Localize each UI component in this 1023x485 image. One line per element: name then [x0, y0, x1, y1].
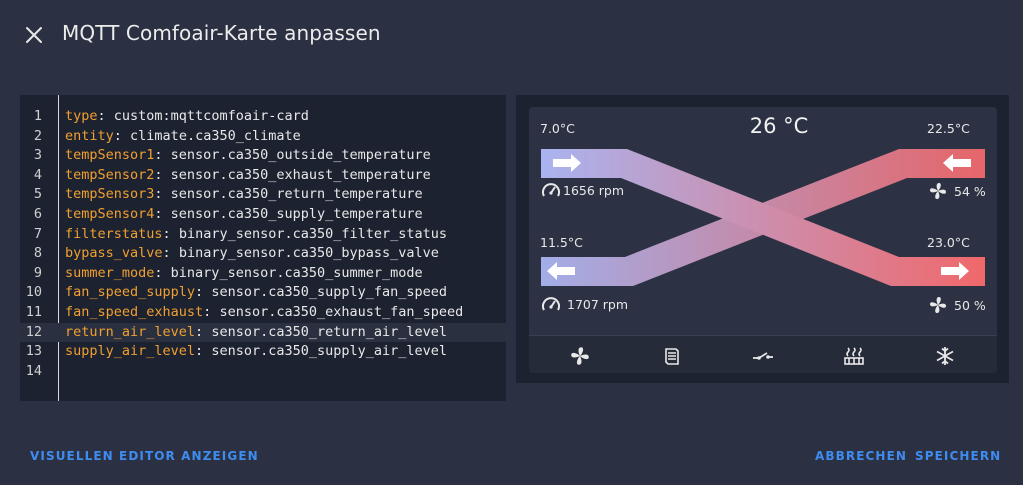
- yaml-key: fan_speed_supply: [65, 284, 196, 301]
- supply-fan-speed: 1656 rpm: [541, 181, 624, 199]
- line-number: 4: [33, 166, 42, 183]
- code-line[interactable]: 4 tempSensor2: sensor.ca350_exhaust_tempe…: [20, 166, 506, 186]
- cancel-button[interactable]: ABBRECHEN: [815, 449, 907, 463]
- code-line[interactable]: 7 filterstatus: binary_sensor.ca350_filte…: [20, 225, 506, 245]
- yaml-value: sensor.ca350_outside_temperature: [170, 147, 431, 164]
- card-footer-toolbar: [529, 335, 997, 373]
- code-line[interactable]: 6 tempSensor4: sensor.ca350_supply_temper…: [20, 205, 506, 225]
- yaml-key: entity: [65, 127, 114, 144]
- code-text: filterstatus: binary_sensor.ca350_filter…: [65, 225, 448, 242]
- code-line[interactable]: 1 type: custom:mqttcomfoair-card: [20, 107, 506, 127]
- yaml-key: summer_mode: [65, 264, 155, 281]
- code-line[interactable]: 14: [20, 362, 506, 382]
- code-text: bypass_valve: binary_sensor.ca350_bypass…: [65, 245, 439, 262]
- line-number: 2: [33, 127, 42, 144]
- code-text: tempSensor3: sensor.ca350_return_tempera…: [65, 186, 423, 203]
- code-line[interactable]: 9 summer_mode: binary_sensor.ca350_summer…: [20, 264, 506, 284]
- bypass-valve-icon[interactable]: [751, 345, 773, 367]
- code-line[interactable]: 11 fan_speed_exhaust: sensor.ca350_exhaus…: [20, 303, 506, 323]
- save-button[interactable]: SPEICHERN: [915, 449, 1001, 463]
- dialog-title: MQTT Comfoair-Karte anpassen: [62, 21, 381, 45]
- return-temperature: 22.5°C: [927, 121, 970, 136]
- heater-icon[interactable]: [843, 345, 865, 367]
- supply-temperature: 23.0°C: [927, 235, 970, 250]
- yaml-code-editor[interactable]: 1 type: custom:mqttcomfoair-card 2 entity: …: [20, 95, 506, 401]
- supply-fan-rpm: 1656 rpm: [563, 182, 625, 198]
- code-text: entity: climate.ca350_climate: [65, 127, 301, 144]
- yaml-key: bypass_valve: [65, 245, 163, 262]
- line-number: 3: [33, 147, 42, 164]
- exhaust-fan-rpm: 1707 rpm: [567, 296, 629, 312]
- code-text: tempSensor2: sensor.ca350_exhaust_temper…: [65, 166, 431, 183]
- code-line[interactable]: 8 bypass_valve: binary_sensor.ca350_bypas…: [20, 244, 506, 264]
- code-line[interactable]: 2 entity: climate.ca350_climate: [20, 127, 506, 147]
- fan-icon: [930, 297, 946, 313]
- line-number: 1: [33, 108, 42, 124]
- yaml-value: sensor.ca350_supply_temperature: [170, 206, 423, 222]
- supply-air-level: 54 %: [928, 181, 986, 201]
- comfoair-card: 7.0°C 26 °C 22.5°C 11.5°C 23.0°C 1656 rp…: [529, 107, 997, 373]
- line-number: 6: [33, 206, 42, 222]
- yaml-value: custom:mqttcomfoair-card: [113, 108, 309, 124]
- yaml-value: binary_sensor.ca350_bypass_valve: [178, 245, 439, 262]
- line-number: 5: [33, 186, 42, 203]
- yaml-value: sensor.ca350_return_air_level: [211, 323, 448, 340]
- return-air-level-value: 50 %: [954, 297, 986, 313]
- line-number: 8: [33, 245, 42, 262]
- yaml-value: sensor.ca350_exhaust_fan_speed: [219, 304, 464, 320]
- close-icon: [26, 27, 42, 43]
- exhaust-temperature: 11.5°C: [540, 235, 583, 250]
- line-number: 11: [25, 304, 42, 320]
- supply-air-level-value: 54 %: [954, 183, 986, 199]
- yaml-key: tempSensor2: [65, 166, 155, 183]
- code-line[interactable]: 3 tempSensor1: sensor.ca350_outside_tempe…: [20, 146, 506, 166]
- exhaust-fan-speed: 1707 rpm: [541, 295, 628, 313]
- speedometer-icon: [542, 297, 560, 311]
- yaml-value: sensor.ca350_supply_fan_speed: [211, 284, 448, 301]
- close-button[interactable]: [22, 23, 46, 47]
- yaml-key: fan_speed_exhaust: [65, 304, 204, 320]
- speedometer-icon: [542, 183, 560, 197]
- target-temperature: 26 °C: [749, 114, 809, 138]
- line-number: 14: [25, 362, 42, 379]
- return-air-level: 50 %: [928, 295, 986, 315]
- filter-icon[interactable]: [661, 345, 683, 367]
- code-text: fan_speed_supply: sensor.ca350_supply_fa…: [65, 284, 448, 301]
- code-text: tempSensor4: sensor.ca350_supply_tempera…: [65, 206, 423, 222]
- yaml-key: filterstatus: [65, 225, 163, 242]
- yaml-key: return_air_level: [65, 323, 196, 340]
- yaml-key: tempSensor1: [65, 147, 155, 164]
- line-number: 12: [25, 323, 42, 340]
- yaml-key: tempSensor4: [65, 206, 155, 222]
- code-line[interactable]: 12 return_air_level: sensor.ca350_return_…: [20, 322, 506, 343]
- code-text: return_air_level: sensor.ca350_return_ai…: [65, 323, 448, 340]
- line-number: 7: [33, 225, 42, 242]
- yaml-value: sensor.ca350_return_temperature: [170, 186, 423, 203]
- yaml-value: sensor.ca350_exhaust_temperature: [170, 166, 431, 183]
- code-text: type: custom:mqttcomfoair-card: [65, 108, 309, 124]
- snowflake-icon[interactable]: [934, 345, 956, 367]
- yaml-key: supply_air_level: [65, 343, 196, 360]
- yaml-key: type: [65, 108, 98, 124]
- yaml-value: climate.ca350_climate: [130, 127, 301, 144]
- yaml-key: tempSensor3: [65, 186, 155, 203]
- fan-icon[interactable]: [569, 345, 591, 367]
- edit-card-dialog: MQTT Comfoair-Karte anpassen 1 type: cust…: [0, 0, 1023, 485]
- fan-icon: [930, 183, 946, 199]
- code-text: supply_air_level: sensor.ca350_supply_ai…: [65, 343, 448, 360]
- line-number: 9: [33, 264, 42, 281]
- yaml-value: binary_sensor.ca350_filter_status: [178, 225, 448, 242]
- yaml-value: binary_sensor.ca350_summer_mode: [170, 264, 423, 281]
- outside-temperature: 7.0°C: [540, 121, 575, 136]
- code-text: fan_speed_exhaust: sensor.ca350_exhaust_…: [65, 304, 464, 320]
- code-text: tempSensor1: sensor.ca350_outside_temper…: [65, 147, 431, 164]
- code-line[interactable]: 5 tempSensor3: sensor.ca350_return_temper…: [20, 185, 506, 205]
- yaml-value: sensor.ca350_supply_air_level: [211, 343, 448, 360]
- code-text: summer_mode: binary_sensor.ca350_summer_…: [65, 264, 423, 281]
- line-number: 10: [25, 284, 42, 301]
- code-line[interactable]: 10 fan_speed_supply: sensor.ca350_supply_…: [20, 283, 506, 303]
- show-visual-editor-button[interactable]: VISUELLEN EDITOR ANZEIGEN: [30, 449, 259, 463]
- code-line[interactable]: 13 supply_air_level: sensor.ca350_supply_…: [20, 342, 506, 362]
- line-number: 13: [25, 343, 42, 360]
